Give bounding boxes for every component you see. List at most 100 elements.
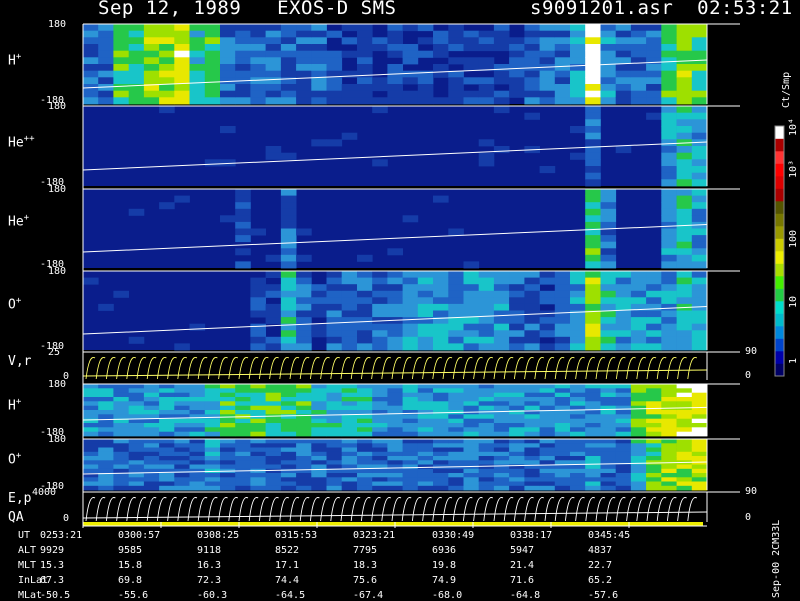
heatmap-cell bbox=[402, 431, 419, 437]
heatmap-cell bbox=[98, 414, 114, 419]
heatmap-cell bbox=[630, 343, 647, 351]
heatmap-cell bbox=[676, 24, 693, 32]
heatmap-cell bbox=[676, 447, 693, 453]
heatmap-cell bbox=[661, 277, 677, 285]
right-tick-max: 90 bbox=[745, 346, 758, 357]
heatmap-cell bbox=[570, 24, 586, 32]
colorbar-segment bbox=[775, 126, 784, 139]
heatmap-cell bbox=[570, 447, 586, 453]
heatmap-cell bbox=[691, 468, 708, 474]
heatmap-cell bbox=[493, 303, 510, 311]
heatmap-cell bbox=[159, 485, 175, 491]
heatmap-cell bbox=[143, 392, 160, 398]
heatmap-cell bbox=[539, 384, 556, 389]
heatmap-cell bbox=[493, 451, 510, 457]
heatmap-cell bbox=[296, 30, 312, 38]
heatmap-cell bbox=[83, 57, 99, 65]
heatmap-cell bbox=[159, 97, 175, 105]
orbit-value: 9929 bbox=[40, 545, 65, 556]
heatmap-cell bbox=[570, 477, 586, 482]
heatmap-cell bbox=[417, 401, 434, 406]
heatmap-cell bbox=[280, 317, 297, 325]
heatmap-cell bbox=[83, 90, 99, 98]
heatmap-cell bbox=[341, 468, 358, 474]
heatmap-cell bbox=[417, 447, 434, 453]
heatmap-cell bbox=[280, 477, 297, 482]
heatmap-cell bbox=[463, 485, 480, 491]
heatmap-cell bbox=[311, 310, 327, 318]
heatmap-cell bbox=[311, 290, 327, 298]
heatmap-cell bbox=[585, 119, 601, 127]
heatmap-cell bbox=[448, 384, 464, 389]
heatmap-cell bbox=[204, 481, 221, 487]
heatmap-cell bbox=[448, 84, 464, 92]
heatmap-cell bbox=[661, 119, 677, 127]
heatmap-cell bbox=[113, 50, 129, 58]
heatmap-cell bbox=[524, 97, 540, 105]
heatmap-cell bbox=[539, 330, 556, 338]
heatmap-cell bbox=[661, 431, 677, 437]
heatmap-cell bbox=[326, 447, 343, 453]
heatmap-cell bbox=[676, 423, 693, 428]
heatmap-cell bbox=[600, 423, 617, 428]
heatmap-cell bbox=[676, 70, 693, 78]
heatmap-cell bbox=[250, 57, 266, 65]
heatmap-cell bbox=[311, 30, 327, 38]
heatmap-cell bbox=[691, 126, 708, 134]
heatmap-cell bbox=[357, 460, 373, 465]
heatmap-cell bbox=[402, 418, 419, 424]
heatmap-cell bbox=[478, 284, 495, 292]
heatmap-cell bbox=[585, 77, 601, 85]
heatmap-cell bbox=[189, 431, 206, 437]
heatmap-cell bbox=[387, 460, 403, 465]
colorbar-segment bbox=[775, 288, 784, 302]
heatmap-cell bbox=[691, 228, 708, 236]
heatmap-cell bbox=[128, 451, 145, 457]
heatmap-cell bbox=[615, 24, 632, 32]
heatmap-cell bbox=[630, 473, 647, 478]
heatmap-cell bbox=[372, 405, 388, 411]
heatmap-cell bbox=[509, 323, 525, 331]
heatmap-cell bbox=[220, 456, 236, 461]
heatmap-cell bbox=[417, 414, 434, 419]
heatmap-cell bbox=[402, 70, 419, 78]
heatmap-cell bbox=[311, 427, 327, 432]
heatmap-cell bbox=[539, 481, 556, 487]
heatmap-cell bbox=[600, 208, 617, 216]
heatmap-cell bbox=[387, 397, 403, 402]
heatmap-cell bbox=[250, 431, 266, 437]
heatmap-cell bbox=[646, 317, 662, 325]
panel-label-hp2: H+ bbox=[8, 397, 21, 413]
heatmap-cell bbox=[585, 410, 601, 415]
heatmap-cell bbox=[554, 303, 571, 311]
heatmap-cell bbox=[646, 290, 662, 298]
heatmap-cell bbox=[463, 473, 480, 478]
heatmap-cell bbox=[326, 481, 343, 487]
heatmap-cell bbox=[646, 77, 662, 85]
heatmap-cell bbox=[493, 481, 510, 487]
heatmap-cell bbox=[296, 477, 312, 482]
heatmap-cell bbox=[311, 405, 327, 411]
heatmap-cell bbox=[615, 77, 632, 85]
heatmap-cell bbox=[630, 317, 647, 325]
heatmap-cell bbox=[341, 456, 358, 461]
heatmap-cell bbox=[265, 456, 282, 461]
heatmap-cell bbox=[676, 77, 693, 85]
heatmap-cell bbox=[478, 443, 495, 448]
heatmap-cell bbox=[189, 485, 206, 491]
heatmap-cell bbox=[585, 172, 601, 180]
heatmap-cell bbox=[98, 468, 114, 474]
heatmap-cell bbox=[372, 384, 388, 389]
heatmap-cell bbox=[83, 431, 99, 437]
heatmap-cell bbox=[615, 392, 632, 398]
heatmap-cell bbox=[387, 271, 403, 278]
heatmap-cell bbox=[159, 64, 175, 72]
heatmap-cell bbox=[630, 392, 647, 398]
heatmap-cell bbox=[676, 401, 693, 406]
heatmap-cell bbox=[478, 271, 495, 278]
heatmap-cell bbox=[615, 418, 632, 424]
heatmap-cell bbox=[326, 384, 343, 389]
heatmap-cell bbox=[280, 423, 297, 428]
spectrogram-plot bbox=[82, 23, 785, 528]
heatmap-cell bbox=[265, 485, 282, 491]
